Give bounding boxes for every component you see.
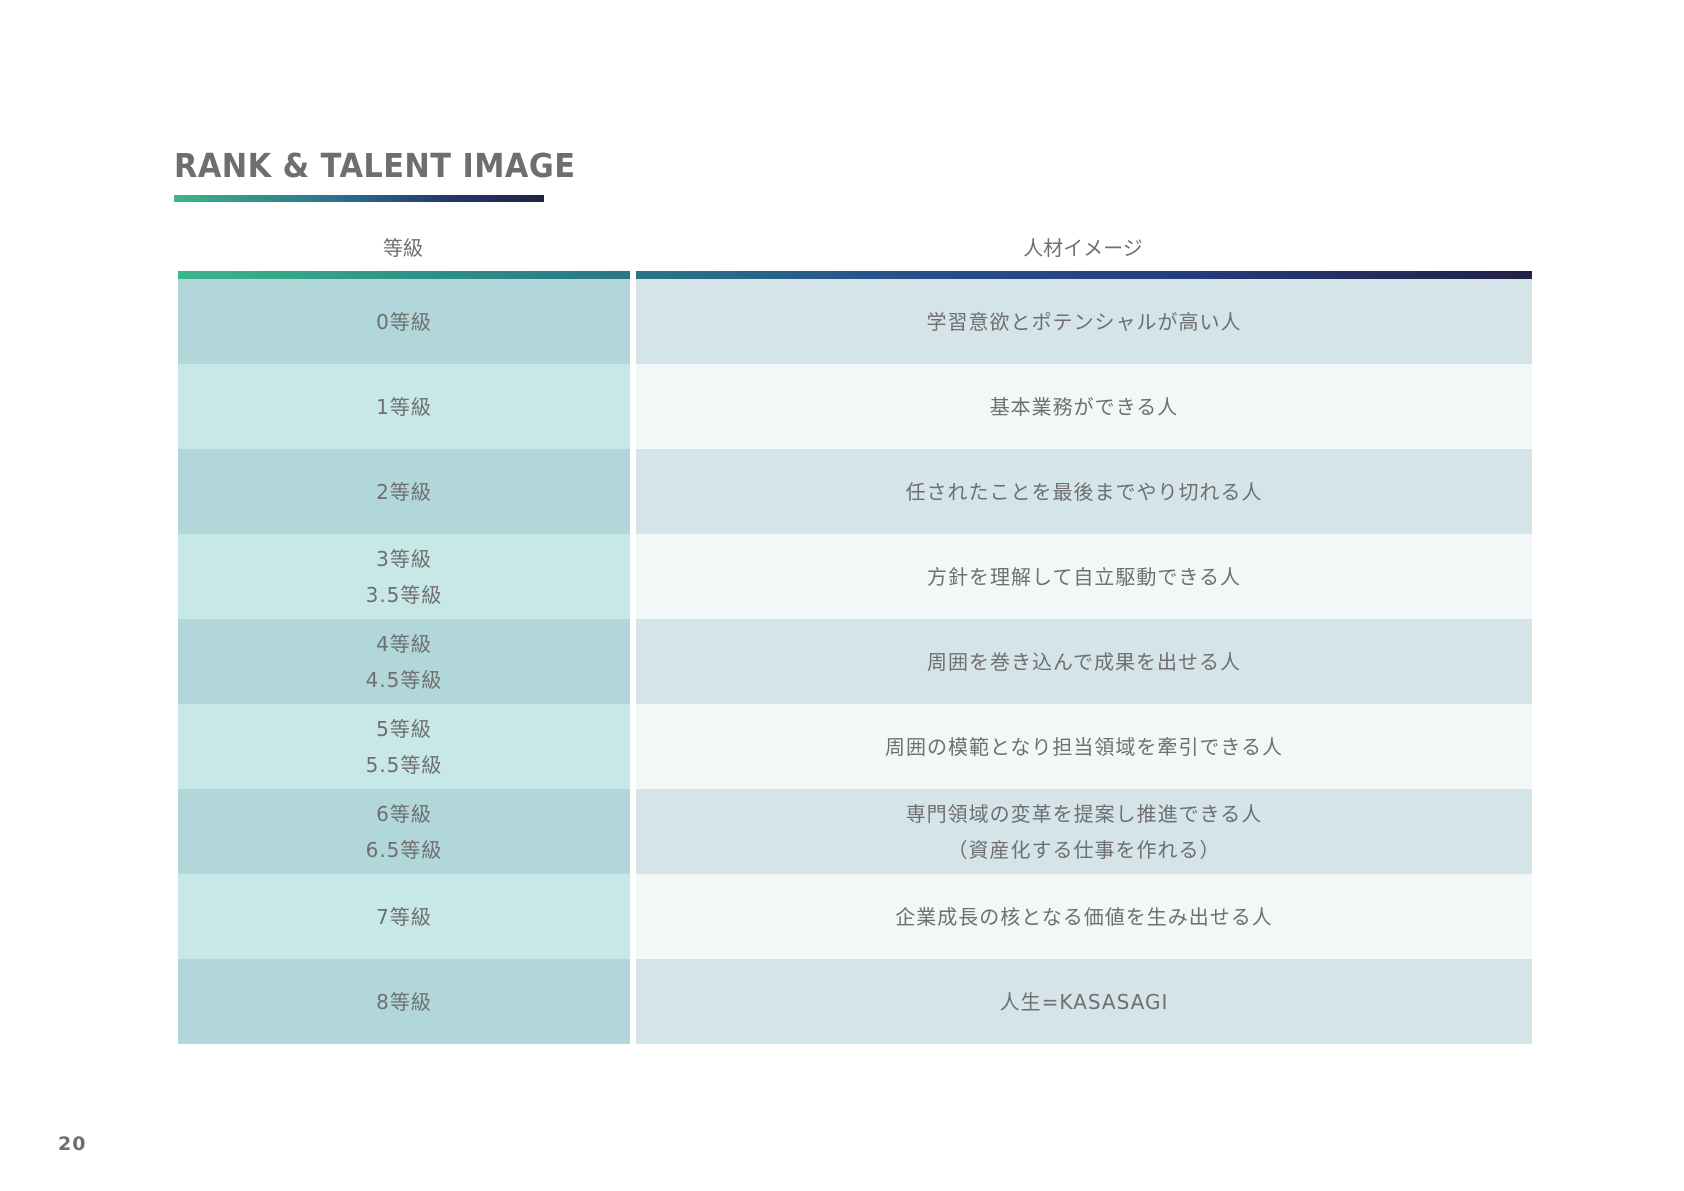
rank-label: 2等級 [376,479,432,504]
rank-label: 8等級 [376,989,432,1014]
rank-cell: 1等級 [178,364,630,449]
page-number: 20 [58,1133,87,1155]
talent-image-text: 基本業務ができる人 [989,394,1179,419]
talent-image-cell: 学習意欲とポテンシャルが高い人 [636,279,1532,364]
rank-label: 3等級 [376,546,432,571]
talent-image-text: （資産化する仕事を作れる） [947,837,1221,862]
talent-image-cell: 基本業務ができる人 [636,364,1532,449]
page-title: RANK & TALENT IMAGE [174,146,576,185]
talent-image-cell: 方針を理解して自立駆動できる人 [636,534,1532,619]
talent-image-text: 周囲を巻き込んで成果を出せる人 [927,649,1241,674]
talent-image-text: 方針を理解して自立駆動できる人 [927,564,1241,589]
talent-image-text: 専門領域の変革を提案し推進できる人 [905,801,1263,826]
talent-image-cell: 企業成長の核となる価値を生み出せる人 [636,874,1532,959]
table-row: 7等級 企業成長の核となる価値を生み出せる人 [178,874,1532,959]
rank-label: 6.5等級 [365,837,443,862]
rank-cell: 3等級 3.5等級 [178,534,630,619]
talent-image-text: 人生=KASASAGI [999,989,1169,1014]
column-header-talent-image: 人材イメージ [1023,236,1143,260]
rank-label: 3.5等級 [365,582,443,607]
rank-cell: 0等級 [178,279,630,364]
rank-label: 6等級 [376,801,432,826]
talent-image-text: 任されたことを最後までやり切れる人 [905,479,1263,504]
rank-talent-table: 0等級 学習意欲とポテンシャルが高い人 1等級 基本業務ができる人 2等級 任されたことを… [178,279,1532,1044]
talent-image-cell: 専門領域の変革を提案し推進できる人 （資産化する仕事を作れる） [636,789,1532,874]
talent-image-text: 学習意欲とポテンシャルが高い人 [926,309,1242,334]
rank-cell: 7等級 [178,874,630,959]
talent-image-cell: 任されたことを最後までやり切れる人 [636,449,1532,534]
table-row: 6等級 6.5等級 専門領域の変革を提案し推進できる人 （資産化する仕事を作れる） [178,789,1532,874]
talent-image-cell: 周囲を巻き込んで成果を出せる人 [636,619,1532,704]
rank-label: 7等級 [376,904,432,929]
rank-header-bar [178,271,630,279]
rank-label: 5等級 [376,716,432,741]
talent-image-text: 企業成長の核となる価値を生み出せる人 [895,904,1273,929]
table-row: 0等級 学習意欲とポテンシャルが高い人 [178,279,1532,364]
table-row: 3等級 3.5等級 方針を理解して自立駆動できる人 [178,534,1532,619]
column-header-rank: 等級 [383,236,423,260]
rank-cell: 2等級 [178,449,630,534]
rank-label: 0等級 [376,309,432,334]
rank-label: 5.5等級 [365,752,443,777]
title-underline [174,195,544,202]
table-row: 2等級 任されたことを最後までやり切れる人 [178,449,1532,534]
table-row: 4等級 4.5等級 周囲を巻き込んで成果を出せる人 [178,619,1532,704]
rank-label: 4等級 [376,631,432,656]
talent-image-cell: 人生=KASASAGI [636,959,1532,1044]
talent-image-text: 周囲の模範となり担当領域を牽引できる人 [885,734,1283,759]
rank-cell: 6等級 6.5等級 [178,789,630,874]
table-row: 1等級 基本業務ができる人 [178,364,1532,449]
table-row: 5等級 5.5等級 周囲の模範となり担当領域を牽引できる人 [178,704,1532,789]
table-row: 8等級 人生=KASASAGI [178,959,1532,1044]
talent-image-cell: 周囲の模範となり担当領域を牽引できる人 [636,704,1532,789]
talent-image-header-bar [636,271,1532,279]
rank-cell: 5等級 5.5等級 [178,704,630,789]
rank-cell: 4等級 4.5等級 [178,619,630,704]
rank-label: 4.5等級 [365,667,443,692]
rank-label: 1等級 [376,394,432,419]
rank-cell: 8等級 [178,959,630,1044]
